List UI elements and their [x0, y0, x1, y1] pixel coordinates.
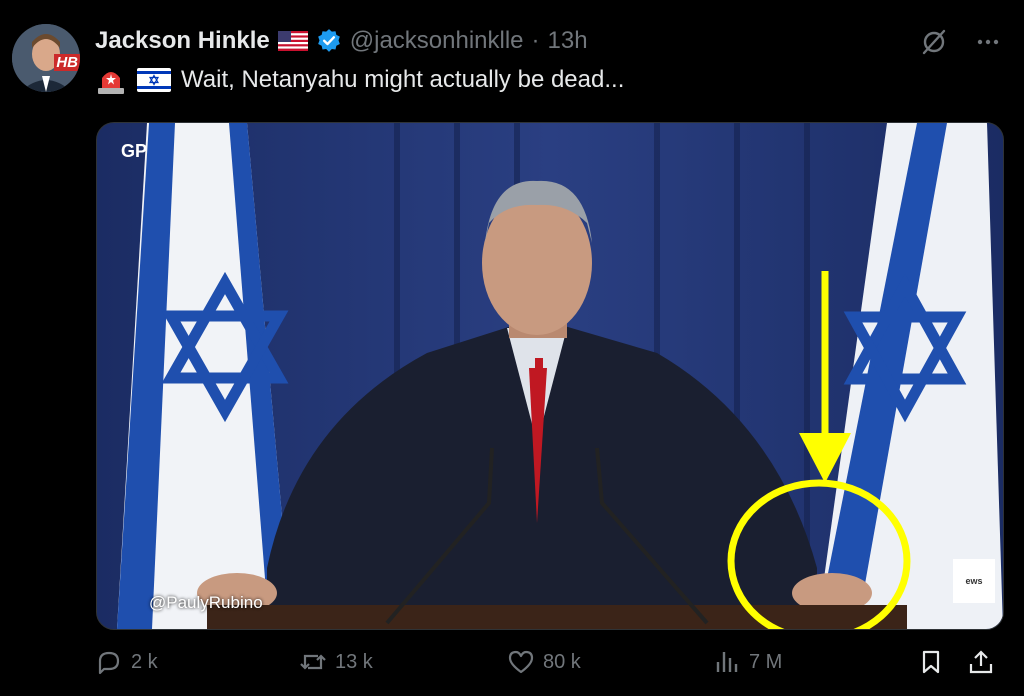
tweet-text: Wait, Netanyahu might actually be dead..… — [181, 66, 625, 93]
share-icon — [969, 650, 993, 674]
us-flag-icon — [277, 31, 308, 51]
repost-count: 13 k — [335, 650, 373, 673]
police-light-emoji-icon — [98, 72, 124, 94]
share-button[interactable] — [967, 642, 995, 682]
like-icon — [508, 650, 534, 674]
reply-count: 2 k — [131, 650, 158, 673]
video-watermark: @PaulyRubino — [149, 593, 263, 612]
timestamp[interactable]: 13h — [548, 27, 588, 55]
tweet-media-video[interactable]: GP @PaulyRubino ews — [96, 122, 1004, 630]
author-name[interactable]: Jackson Hinkle — [95, 27, 270, 55]
views-button[interactable]: 7 M — [713, 642, 782, 682]
repost-button[interactable]: 13 k — [299, 642, 373, 682]
more-icon[interactable] — [974, 28, 1002, 56]
like-count: 80 k — [543, 650, 581, 673]
tweet-actions: 2 k 13 k 80 k 7 M — [95, 642, 1000, 682]
gpo-logo: GP — [121, 141, 148, 161]
video-frame — [97, 123, 1003, 629]
reply-button[interactable]: 2 k — [95, 642, 158, 682]
author-handle[interactable]: @jacksonhinklle — [350, 27, 524, 55]
news-badge: ews — [953, 559, 995, 603]
tweet-text-row: Wait, Netanyahu might actually be dead..… — [95, 62, 624, 98]
avatar-badge: HB — [54, 54, 80, 71]
israel-flag-emoji-icon — [137, 68, 171, 92]
verified-badge-icon — [317, 29, 340, 52]
views-count: 7 M — [749, 650, 783, 673]
avatar[interactable]: HB — [12, 24, 80, 92]
tweet-header: Jackson Hinkle @jacksonhinklle · 13h — [95, 26, 588, 56]
like-button[interactable]: 80 k — [507, 642, 581, 682]
reply-icon — [98, 651, 120, 675]
bookmark-button[interactable] — [917, 642, 945, 682]
grok-icon[interactable] — [920, 28, 948, 56]
views-icon — [716, 652, 738, 672]
separator: · — [531, 27, 540, 54]
repost-icon — [300, 654, 326, 670]
tweet-top-actions — [920, 28, 1002, 56]
bookmark-icon — [922, 650, 940, 674]
